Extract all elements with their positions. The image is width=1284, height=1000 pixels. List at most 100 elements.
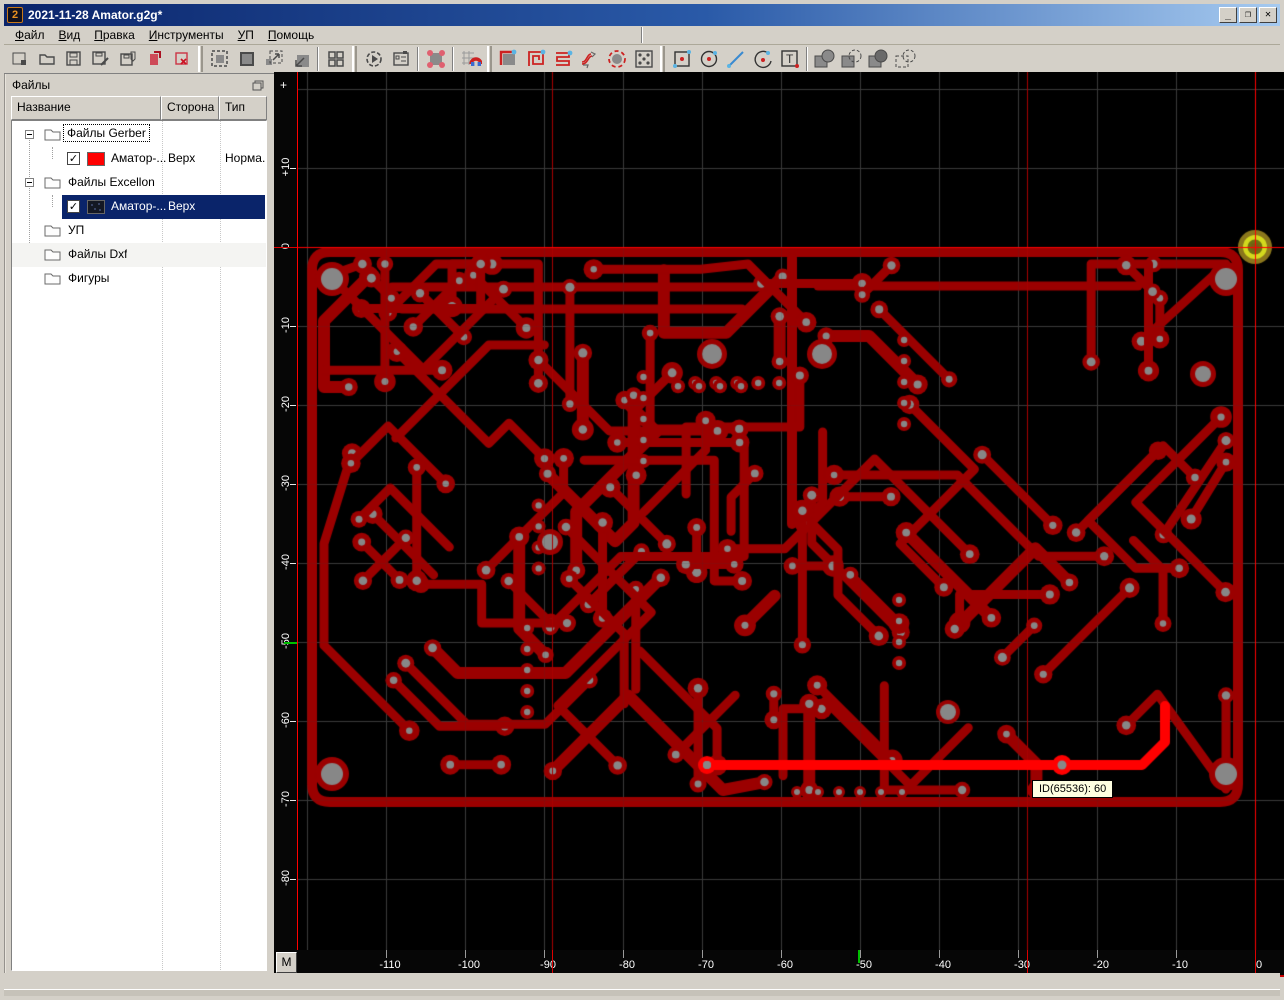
close-button[interactable]: ✕	[1259, 7, 1277, 23]
pcb-canvas[interactable]	[298, 72, 1284, 950]
shape-union-icon	[813, 48, 837, 70]
vertical-ruler-label: -40	[280, 554, 292, 570]
shape-subtract-button[interactable]	[838, 46, 865, 72]
collapse-icon[interactable]	[25, 178, 34, 187]
minimize-button[interactable]: _	[1219, 7, 1237, 23]
close-file-button[interactable]	[168, 46, 195, 72]
units-button[interactable]: M	[276, 952, 297, 973]
tree-label[interactable]: УП	[68, 223, 84, 237]
new-document-button[interactable]	[6, 46, 33, 72]
snap-magnet-button[interactable]	[457, 46, 484, 72]
files-tree: Файлы Gerber ✓ Аматор-... Верх Норма... …	[11, 120, 267, 971]
draw-text-button[interactable]: T	[776, 46, 803, 72]
cursor-marker-green	[858, 950, 860, 963]
polygon-tool-button[interactable]	[495, 46, 522, 72]
drill-swatch[interactable]	[87, 200, 105, 214]
tree-label[interactable]: Файлы Excellon	[68, 175, 155, 189]
shape-xor-button[interactable]	[892, 46, 919, 72]
toolbar-separator	[806, 47, 808, 71]
ruler-tick	[544, 950, 545, 958]
zoom-window-button[interactable]	[206, 46, 233, 72]
tree-row-up-folder[interactable]: УП	[12, 219, 266, 243]
menu-view[interactable]: Вид	[52, 26, 88, 44]
file-name[interactable]: Аматор-...	[111, 151, 166, 165]
tree-label[interactable]: Фигуры	[68, 271, 109, 285]
horizontal-ruler-label: -40	[935, 959, 951, 971]
zoom-extents-icon	[237, 49, 257, 69]
horizontal-ruler-label: -10	[1172, 959, 1188, 971]
zoom-out-button[interactable]	[287, 46, 314, 72]
menu-file[interactable]: Файл	[8, 26, 52, 44]
column-header-type[interactable]: Тип	[219, 96, 267, 120]
zoom-in-icon	[264, 49, 284, 69]
app-icon: 2	[7, 7, 23, 23]
select-vertices-button[interactable]	[422, 46, 449, 72]
spiral-tool-button[interactable]	[522, 46, 549, 72]
run-icon	[364, 49, 384, 69]
ruler-tick	[290, 800, 296, 801]
tree-row-shapes-folder[interactable]: Фигуры	[12, 267, 266, 291]
column-header-side[interactable]: Сторона	[161, 96, 219, 120]
process-run-button[interactable]	[360, 46, 387, 72]
reroute-tool-button[interactable]	[576, 46, 603, 72]
zoom-extents-button[interactable]	[233, 46, 260, 72]
vertical-ruler-label: -10	[280, 317, 292, 333]
vertical-ruler[interactable]: + +10 0 -10 -20 -30 -40 -50 -60 -70 -80	[274, 72, 298, 950]
tree-row-gerber-file[interactable]: ✓ Аматор-... Верх Норма...	[12, 147, 266, 171]
toolbar-separator	[417, 47, 419, 71]
save-as-button[interactable]	[87, 46, 114, 72]
tree-label[interactable]: Файлы Gerber	[63, 124, 150, 142]
horizontal-ruler-label: -20	[1093, 959, 1109, 971]
menu-tools[interactable]: Инструменты	[142, 26, 231, 44]
toolbar-grip[interactable]	[352, 46, 357, 72]
folder-icon	[44, 127, 61, 141]
toolbar-grip[interactable]	[660, 46, 665, 72]
menu-help[interactable]: Помощь	[261, 26, 321, 44]
aperture-pattern-tool-button[interactable]	[630, 46, 657, 72]
restore-button[interactable]: ❐	[1239, 7, 1257, 23]
layer-color-swatch[interactable]	[87, 152, 105, 166]
menu-up[interactable]: УП	[231, 26, 261, 44]
tile-views-icon	[326, 49, 346, 69]
title-bar[interactable]: 2 2021-11-28 Amator.g2g* _ ❐ ✕	[4, 4, 1280, 26]
save-as-icon	[91, 50, 110, 68]
layer-options-button[interactable]	[387, 46, 414, 72]
import-file-icon	[146, 50, 164, 68]
toolbar-grip[interactable]	[198, 46, 203, 72]
meander-tool-button[interactable]	[549, 46, 576, 72]
tile-views-button[interactable]	[322, 46, 349, 72]
tree-row-excellon-file-selected[interactable]: ✓ Аматор-... Верх	[12, 195, 266, 219]
open-folder-icon	[38, 50, 56, 68]
menu-edit[interactable]: Правка	[87, 26, 142, 44]
flash-pad-tool-button[interactable]	[603, 46, 630, 72]
draw-rect-button[interactable]	[668, 46, 695, 72]
toolbar-grip[interactable]	[487, 46, 492, 72]
draw-line-button[interactable]	[722, 46, 749, 72]
open-file-button[interactable]	[33, 46, 60, 72]
draw-circle-button[interactable]	[695, 46, 722, 72]
undock-icon[interactable]	[252, 80, 264, 91]
import-file-button[interactable]	[141, 46, 168, 72]
save-button[interactable]	[60, 46, 87, 72]
folder-icon	[44, 247, 61, 261]
horizontal-ruler-label: -80	[619, 959, 635, 971]
shape-intersect-button[interactable]	[865, 46, 892, 72]
file-name[interactable]: Аматор-...	[111, 199, 166, 213]
file-side: Верх	[168, 199, 196, 213]
tree-label[interactable]: Файлы Dxf	[68, 247, 127, 261]
layer-checkbox[interactable]: ✓	[67, 200, 80, 213]
shape-union-button[interactable]	[811, 46, 838, 72]
tree-row-excellon-folder[interactable]: Файлы Excellon	[12, 171, 266, 195]
collapse-icon[interactable]	[25, 130, 34, 139]
column-header-name[interactable]: Название	[11, 96, 161, 120]
draw-rect-icon	[671, 48, 693, 70]
ruler-tick	[290, 168, 296, 169]
tree-row-dxf-folder[interactable]: Файлы Dxf	[12, 243, 266, 267]
layer-checkbox[interactable]: ✓	[67, 152, 80, 165]
zoom-in-button[interactable]	[260, 46, 287, 72]
draw-arc-button[interactable]	[749, 46, 776, 72]
horizontal-ruler-label: -100	[457, 959, 481, 971]
tree-row-gerber-folder[interactable]: Файлы Gerber	[12, 123, 266, 147]
file-side: Верх	[168, 151, 196, 165]
save-all-button[interactable]	[114, 46, 141, 72]
